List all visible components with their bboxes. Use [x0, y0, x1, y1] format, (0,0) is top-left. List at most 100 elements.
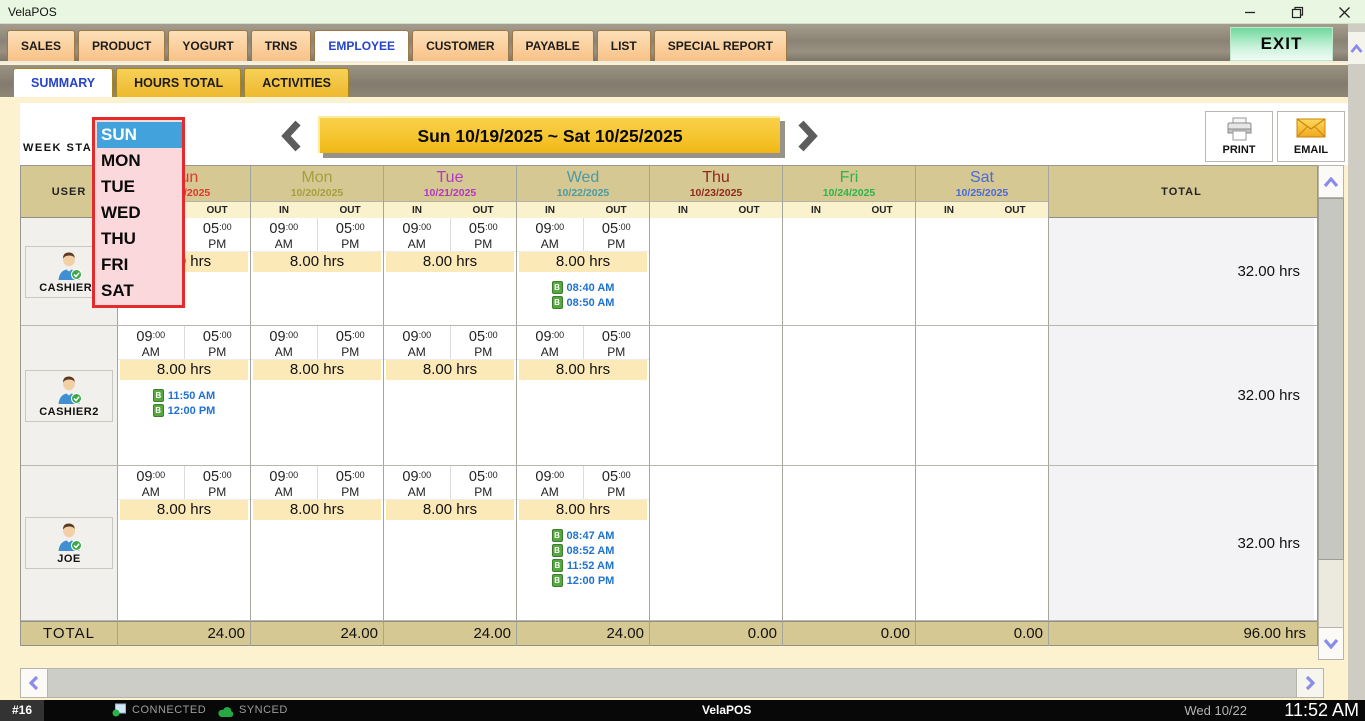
page-scrollbar[interactable] [1348, 24, 1365, 700]
row-total: 32.00 hrs [1049, 218, 1314, 325]
scroll-left-icon[interactable] [20, 668, 48, 698]
week-start-dropdown: SUNMONTUEWEDTHUFRISAT [92, 117, 185, 308]
break-time: 11:50 AM [168, 390, 215, 402]
horizontal-scrollbar[interactable] [20, 668, 1326, 698]
break-icon: B [552, 544, 563, 557]
shift-cell[interactable] [783, 466, 916, 620]
station-badge: #16 [0, 700, 44, 721]
page-scroll-up-icon[interactable] [1348, 32, 1365, 64]
vertical-scroll-track[interactable] [1318, 560, 1344, 627]
horizontal-scroll-track[interactable] [48, 668, 1296, 698]
week-option-thu[interactable]: THU [97, 226, 182, 252]
shift-in-time: 09:00AM [118, 466, 184, 499]
out-column-label: OUT [849, 202, 915, 218]
shift-cell[interactable] [916, 326, 1049, 465]
tab-list[interactable]: LIST [597, 30, 651, 61]
week-option-tue[interactable]: TUE [97, 174, 182, 200]
shift-in-time: 09:00AM [517, 326, 583, 359]
shift-cell[interactable]: 09:00AM05:00PM8.00 hrs [384, 466, 517, 620]
shift-in-time: 09:00AM [384, 326, 450, 359]
day-date: 10/20/2025 [251, 187, 383, 200]
shift-cell[interactable]: 09:00AM05:00PM8.00 hrs [251, 326, 384, 465]
shift-cell[interactable]: 09:00AM05:00PM8.00 hrsB11:50 AMB12:00 PM [118, 326, 251, 465]
main-tab-bar: SALESPRODUCTYOGURTTRNSEMPLOYEECUSTOMERPA… [0, 24, 1348, 63]
statusbar-app-name: VelaPOS [702, 700, 751, 721]
break-icon: B [153, 389, 164, 402]
shift-hours: 8.00 hrs [519, 360, 647, 380]
scroll-right-icon[interactable] [1296, 668, 1324, 698]
shift-out-time: 05:00PM [184, 466, 251, 499]
restore-icon[interactable] [1287, 2, 1307, 22]
email-button[interactable]: EMAIL [1277, 111, 1345, 162]
tab-product[interactable]: PRODUCT [78, 30, 165, 61]
shift-cell[interactable]: 09:00AM05:00PM8.00 hrsB08:47 AMB08:52 AM… [517, 466, 650, 620]
shift-cell[interactable] [916, 466, 1049, 620]
shift-cell[interactable]: 09:00AM05:00PM8.00 hrs [251, 218, 384, 325]
exit-button[interactable]: EXIT [1230, 27, 1333, 61]
tab-special-report[interactable]: SPECIAL REPORT [654, 30, 787, 61]
shift-out-time: 05:00PM [184, 218, 251, 251]
vertical-scrollbar[interactable] [1318, 165, 1344, 660]
previous-week-button[interactable] [278, 119, 304, 153]
vertical-scroll-thumb[interactable] [1318, 198, 1344, 560]
minimize-icon[interactable] [1240, 2, 1260, 22]
day-header-wed: Wed10/22/2025INOUT [517, 166, 650, 218]
week-option-sat[interactable]: SAT [97, 278, 182, 304]
scroll-down-icon[interactable] [1318, 627, 1344, 660]
table-header-row: USERSun10/19/2025INOUTMon10/20/2025INOUT… [21, 166, 1317, 218]
shift-cell[interactable]: 09:00AM05:00PM8.00 hrs [251, 466, 384, 620]
shift-cell[interactable]: 09:00AM05:00PM8.00 hrs [517, 326, 650, 465]
week-option-fri[interactable]: FRI [97, 252, 182, 278]
shift-cell[interactable]: 09:00AM05:00PM8.00 hrs [384, 218, 517, 325]
break-icon: B [552, 281, 563, 294]
shift-cell[interactable] [783, 326, 916, 465]
shift-time-row: 09:00AM05:00PM [517, 466, 649, 500]
shift-hours: 8.00 hrs [253, 360, 381, 380]
shift-in-time: 09:00AM [251, 326, 317, 359]
shift-cell[interactable]: 09:00AM05:00PM8.00 hrs [118, 466, 251, 620]
subtab-summary[interactable]: SUMMARY [13, 68, 113, 97]
subtab-hours-total[interactable]: HOURS TOTAL [116, 68, 241, 97]
day-total: 24.00 [118, 622, 251, 646]
shift-cell[interactable]: 09:00AM05:00PM8.00 hrs [384, 326, 517, 465]
shift-hours: 8.00 hrs [253, 500, 381, 520]
day-total: 0.00 [650, 622, 783, 646]
shift-cell[interactable] [650, 326, 783, 465]
break-entry: B08:47 AM [552, 529, 615, 542]
in-column-label: IN [650, 202, 716, 218]
tab-customer[interactable]: CUSTOMER [412, 30, 508, 61]
break-entry: B08:40 AM [552, 281, 615, 294]
tab-trns[interactable]: TRNS [251, 30, 312, 61]
user-button[interactable]: JOE [25, 517, 113, 569]
day-header-mon: Mon10/20/2025INOUT [251, 166, 384, 218]
shift-in-time: 09:00AM [118, 326, 184, 359]
in-column-label: IN [384, 202, 450, 218]
week-option-wed[interactable]: WED [97, 200, 182, 226]
tab-payable[interactable]: PAYABLE [512, 30, 594, 61]
week-option-sun[interactable]: SUN [97, 122, 182, 148]
user-button[interactable]: CASHIER2 [25, 370, 113, 422]
day-header-tue: Tue10/21/2025INOUT [384, 166, 517, 218]
shift-cell[interactable] [783, 218, 916, 325]
shift-out-time: 05:00PM [317, 466, 384, 499]
scroll-up-icon[interactable] [1318, 165, 1344, 198]
shift-cell[interactable] [650, 466, 783, 620]
next-week-button[interactable] [795, 119, 821, 153]
print-button[interactable]: PRINT [1205, 111, 1273, 162]
printer-icon [1226, 117, 1253, 141]
close-icon[interactable] [1334, 2, 1354, 22]
shift-cell[interactable] [916, 218, 1049, 325]
shift-cell[interactable] [650, 218, 783, 325]
tab-sales[interactable]: SALES [7, 30, 75, 61]
tab-yogurt[interactable]: YOGURT [168, 30, 247, 61]
user-avatar-icon [26, 522, 112, 552]
sub-tab-bar: SUMMARYHOURS TOTALACTIVITIES [0, 65, 1348, 97]
shift-out-time: 05:00PM [184, 326, 251, 359]
week-option-mon[interactable]: MON [97, 148, 182, 174]
subtab-activities[interactable]: ACTIVITIES [244, 68, 349, 97]
user-name: JOE [26, 553, 112, 565]
totals-row: TOTAL24.0024.0024.0024.000.000.000.0096.… [21, 621, 1317, 646]
shift-cell[interactable]: 09:00AM05:00PM8.00 hrsB08:40 AMB08:50 AM [517, 218, 650, 325]
break-entry: B12:00 PM [153, 404, 216, 417]
tab-employee[interactable]: EMPLOYEE [314, 30, 409, 61]
